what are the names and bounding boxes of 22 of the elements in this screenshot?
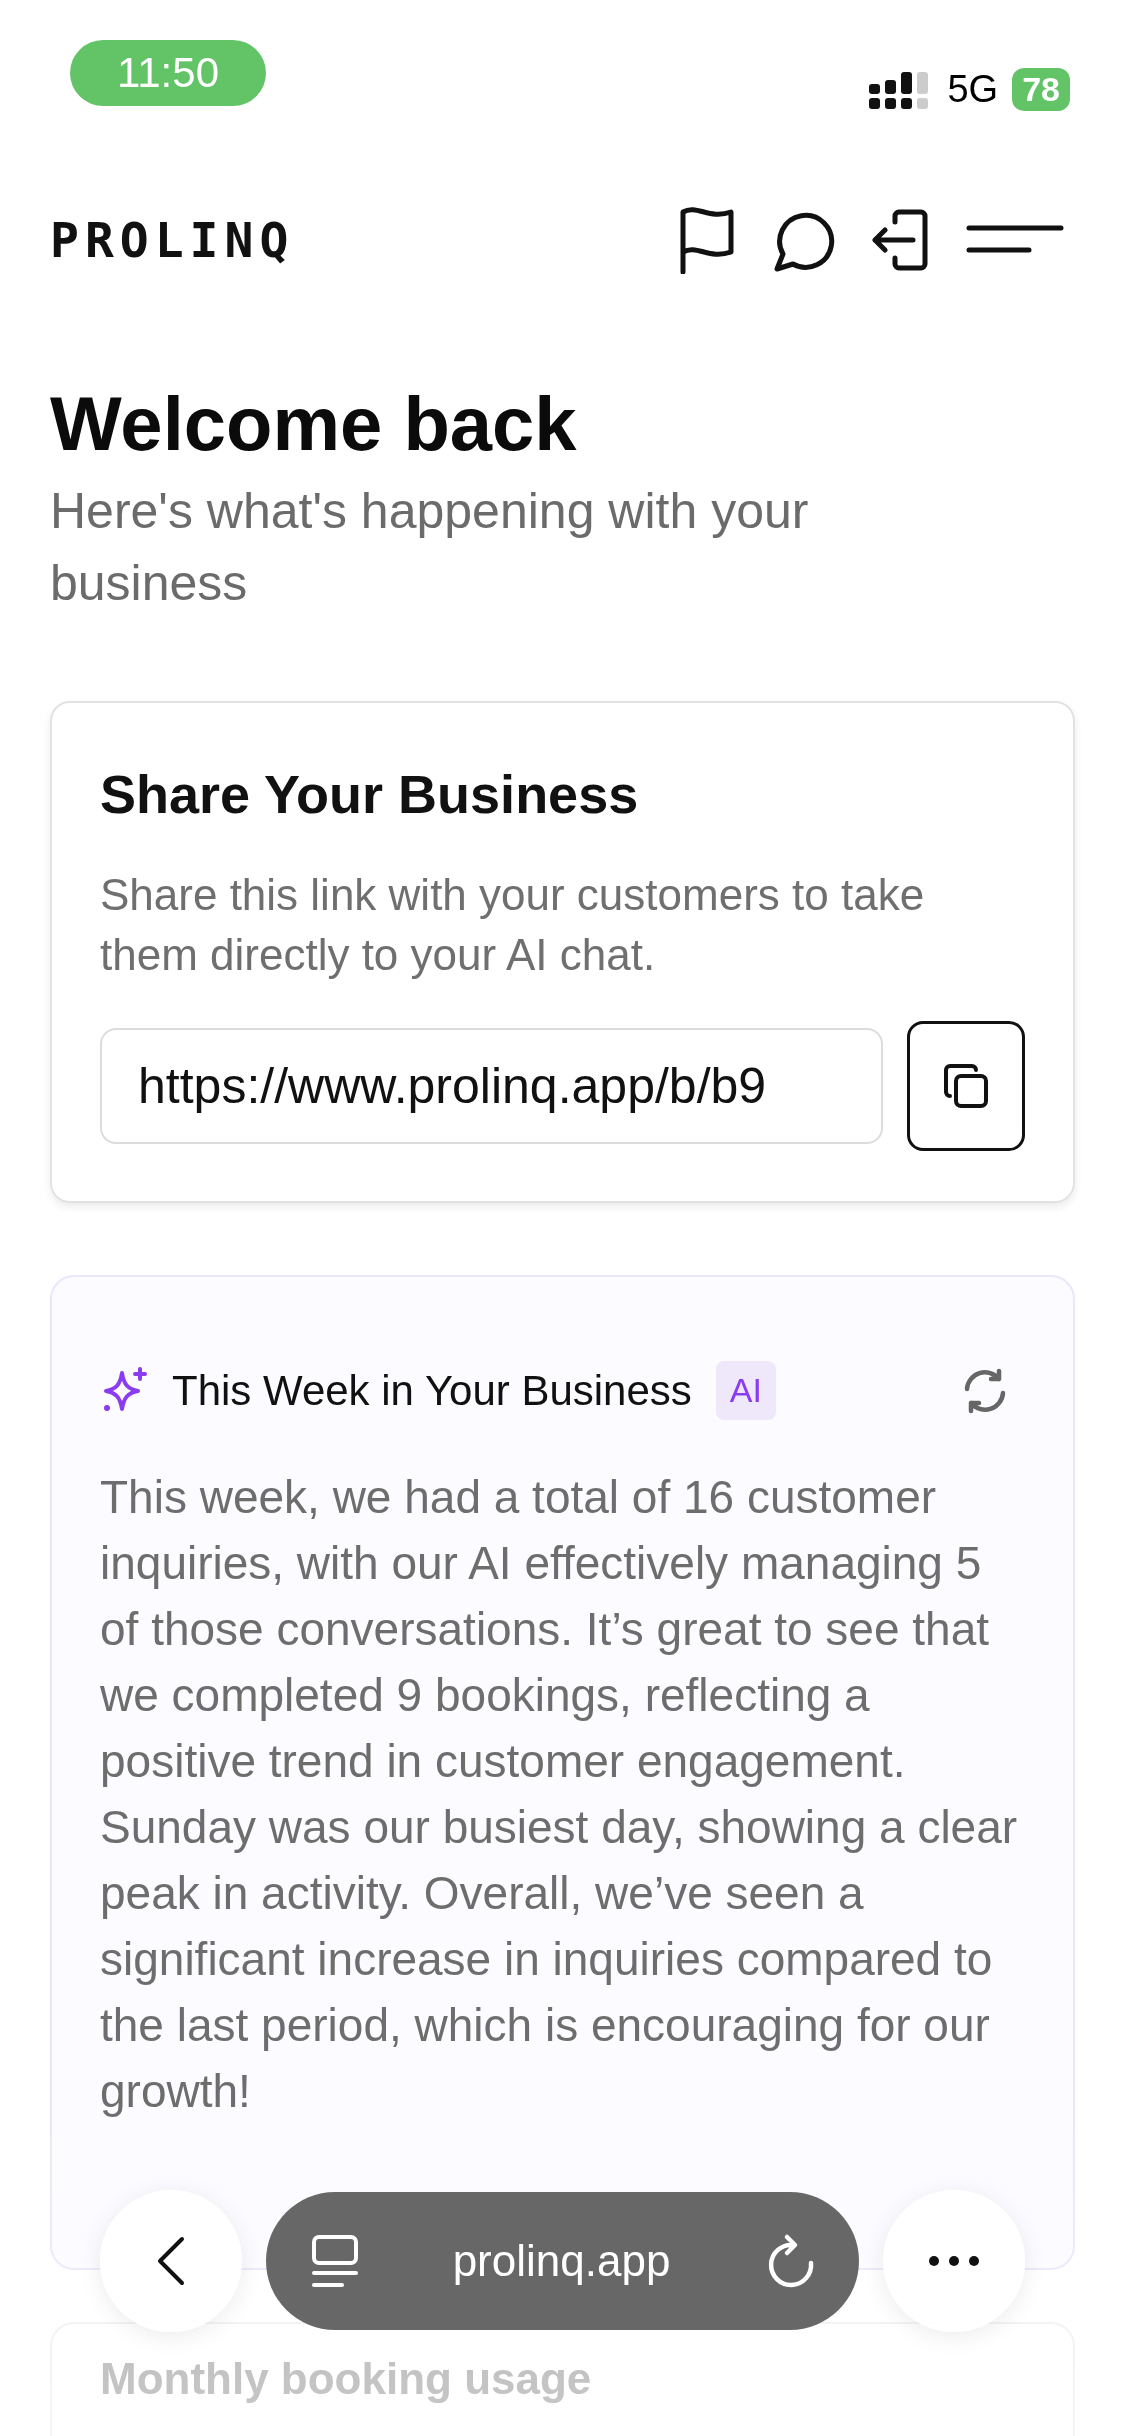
card-title: Share Your Business xyxy=(100,763,640,825)
login-icon[interactable] xyxy=(871,208,929,272)
summary-title: This Week in Your Business xyxy=(172,1366,692,1415)
copy-icon xyxy=(942,1062,990,1110)
card-description: Share this link with your customers to take them directly to your AI chat. xyxy=(100,869,926,981)
usage-title: Monthly booking usage xyxy=(100,2354,592,2403)
logo[interactable]: PROLINQ xyxy=(50,212,295,268)
more-icon xyxy=(928,2255,980,2267)
link-field[interactable]: https://www.prolinq.app/b/b9 xyxy=(100,1028,883,1144)
flag-icon[interactable] xyxy=(679,206,735,274)
status-time: 11:50 xyxy=(70,40,266,106)
copy-button[interactable] xyxy=(907,1021,1025,1151)
ai-badge: AI xyxy=(715,1361,776,1420)
back-icon xyxy=(156,2235,186,2287)
address-bar[interactable]: prolinq.app xyxy=(266,2192,859,2330)
tabs-icon[interactable] xyxy=(310,2233,360,2289)
battery-level: 78 xyxy=(1012,68,1070,111)
page-subtitle: Here's what's happening with your business xyxy=(50,482,810,613)
page-title: Welcome back xyxy=(50,380,578,467)
url-text: prolinq.app xyxy=(452,2236,671,2286)
network-type: 5G xyxy=(947,68,999,111)
summary-text: This week, we had a total of 16 customer inquiries, with our AI effectively managing 5 of those conversations. It’s great to see that we completed 9 bookings, reflecting a positive trend in customer engagement. Sunday was our busiest day, showing a clear peak in activity. Overall, we’ve seen a significant increase in inquiries compared to the last period, which is encouraging for our growth! xyxy=(100,1470,1019,2119)
